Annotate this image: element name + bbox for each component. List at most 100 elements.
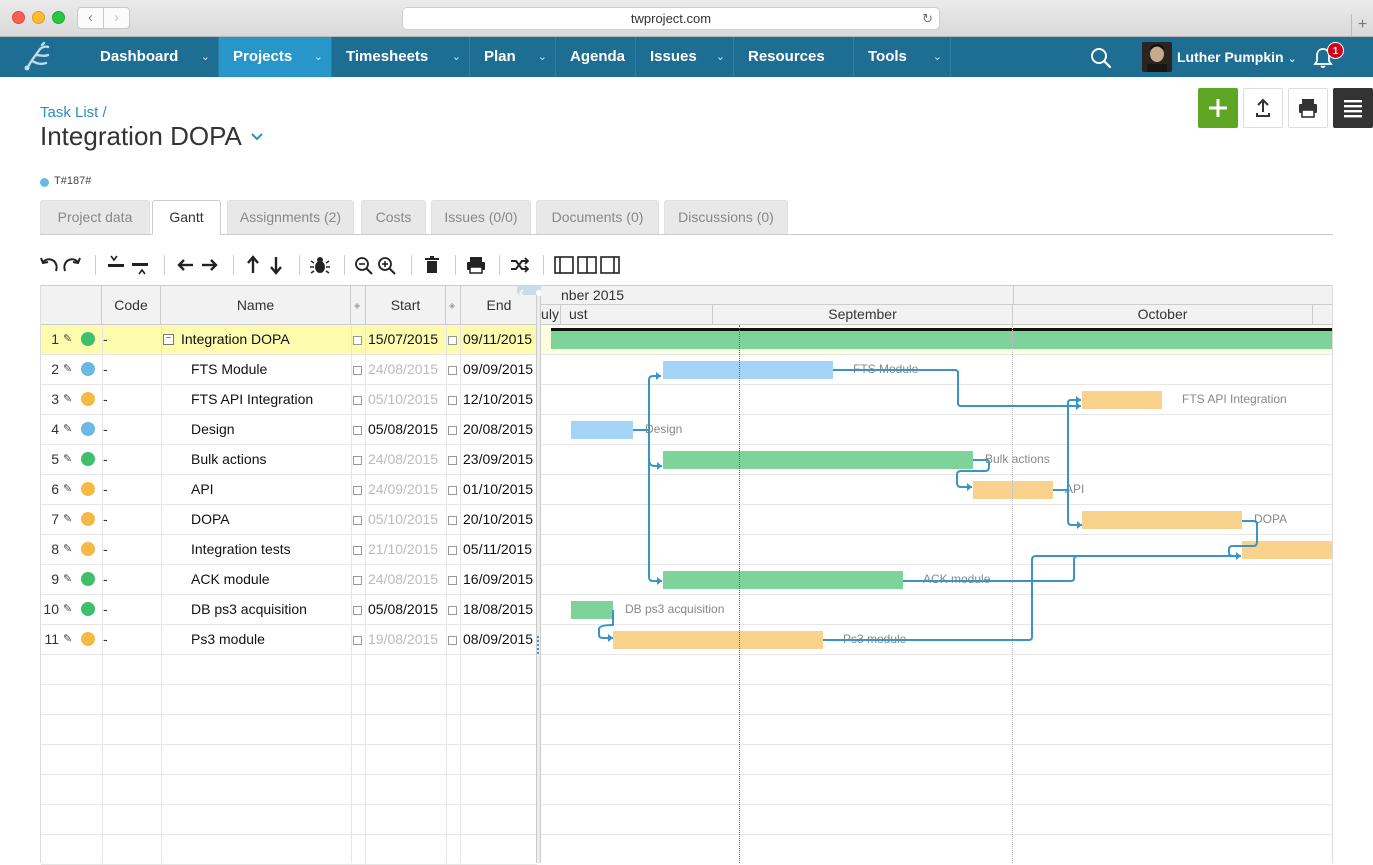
milestone-end-checkbox[interactable] <box>448 516 457 525</box>
collapse-icon[interactable]: − <box>163 334 174 345</box>
milestone-start-checkbox[interactable] <box>353 516 362 525</box>
table-row[interactable]: 8 ✎ - Integration tests 21/10/2015 05/11/2015 <box>41 535 537 565</box>
back-button[interactable]: ‹ <box>77 7 104 29</box>
milestone-start-checkbox[interactable] <box>353 606 362 615</box>
task-start[interactable]: 21/10/2015 <box>368 535 438 565</box>
print-button[interactable] <box>1288 88 1328 128</box>
table-row[interactable]: 7 ✎ - DOPA 05/10/2015 20/10/2015 <box>41 505 537 535</box>
nav-item-dashboard[interactable]: Dashboard ⌄ <box>86 37 219 77</box>
task-name[interactable]: Bulk actions <box>191 445 266 475</box>
table-row[interactable]: 10 ✎ - DB ps3 acquisition 05/08/2015 18/08/20… <box>41 595 537 625</box>
gantt-bar[interactable] <box>571 421 633 439</box>
resize-grip[interactable] <box>537 636 540 654</box>
gantt-bar[interactable] <box>551 328 1332 349</box>
app-logo-icon[interactable] <box>18 41 58 73</box>
redo-icon[interactable] <box>61 252 83 278</box>
milestone-end-checkbox[interactable] <box>448 396 457 405</box>
nav-item-resources[interactable]: Resources <box>734 37 854 77</box>
forward-button[interactable]: › <box>103 7 130 29</box>
printer-icon[interactable] <box>465 252 487 278</box>
col-name[interactable]: Name <box>161 286 351 324</box>
task-code[interactable]: - <box>103 325 108 355</box>
indent-icon[interactable] <box>198 252 220 278</box>
milestone-end-checkbox[interactable] <box>448 636 457 645</box>
col-start[interactable]: Start <box>365 286 446 324</box>
milestone-start-checkbox[interactable] <box>353 456 362 465</box>
gantt-bar[interactable] <box>1082 391 1162 409</box>
milestone-end-checkbox[interactable] <box>448 606 457 615</box>
search-icon[interactable] <box>1090 47 1112 69</box>
pencil-icon[interactable]: ✎ <box>63 625 75 655</box>
chevron-down-icon[interactable] <box>249 128 265 144</box>
address-bar[interactable]: twproject.com ↻ <box>402 7 940 30</box>
task-start[interactable]: 24/09/2015 <box>368 475 438 505</box>
task-start[interactable]: 05/10/2015 <box>368 385 438 415</box>
reload-icon[interactable]: ↻ <box>922 8 933 29</box>
export-button[interactable] <box>1243 88 1283 128</box>
menu-button[interactable] <box>1333 88 1373 128</box>
milestone-start-checkbox[interactable] <box>353 396 362 405</box>
task-name[interactable]: DOPA <box>191 505 230 535</box>
bug-icon[interactable] <box>309 252 331 278</box>
task-code[interactable]: - <box>103 625 108 655</box>
close-window-button[interactable] <box>12 11 25 24</box>
pencil-icon[interactable]: ✎ <box>63 415 75 445</box>
task-name[interactable]: ACK module <box>191 565 270 595</box>
col-code[interactable]: Code <box>102 286 161 324</box>
nav-item-projects[interactable]: Projects ⌄ <box>219 37 332 77</box>
shuffle-icon[interactable] <box>509 252 531 278</box>
new-tab-button[interactable]: + <box>1351 14 1373 37</box>
status-icon[interactable] <box>81 332 95 346</box>
task-start[interactable]: 19/08/2015 <box>368 625 438 655</box>
gantt-bar[interactable] <box>973 481 1053 499</box>
tab-issues-0-0[interactable]: Issues (0/0) <box>431 200 531 234</box>
task-end[interactable]: 23/09/2015 <box>463 445 533 475</box>
milestone-start-checkbox[interactable] <box>353 426 362 435</box>
task-end[interactable]: 12/10/2015 <box>463 385 533 415</box>
tab-discussions-0[interactable]: Discussions (0) <box>664 200 788 234</box>
split-view-icon[interactable] <box>576 252 598 278</box>
trash-icon[interactable] <box>421 252 443 278</box>
milestone-end-checkbox[interactable] <box>448 366 457 375</box>
task-name[interactable]: Integration tests <box>191 535 291 565</box>
task-start[interactable]: 24/08/2015 <box>368 565 438 595</box>
zoom-in-icon[interactable] <box>376 252 398 278</box>
pencil-icon[interactable]: ✎ <box>63 565 75 595</box>
task-end[interactable]: 16/09/2015 <box>463 565 533 595</box>
undo-icon[interactable] <box>38 252 60 278</box>
outdent-icon[interactable] <box>175 252 197 278</box>
gantt-bar[interactable] <box>663 361 833 379</box>
task-code[interactable]: - <box>103 385 108 415</box>
task-start[interactable]: 05/10/2015 <box>368 505 438 535</box>
milestone-end-checkbox[interactable] <box>448 456 457 465</box>
user-menu[interactable]: Luther Pumpkin ⌄ <box>1142 42 1297 72</box>
pencil-icon[interactable]: ✎ <box>63 475 75 505</box>
table-row[interactable]: 5 ✎ - Bulk actions 24/08/2015 23/09/2015 <box>41 445 537 475</box>
gantt-bar[interactable] <box>663 571 903 589</box>
status-icon[interactable] <box>81 572 95 586</box>
tab-costs[interactable]: Costs <box>361 200 426 234</box>
sort-icon[interactable]: ◈ <box>354 301 360 310</box>
task-end[interactable]: 09/09/2015 <box>463 355 533 385</box>
task-start[interactable]: 24/08/2015 <box>368 355 438 385</box>
breadcrumb[interactable]: Task List / <box>40 104 107 121</box>
task-end[interactable]: 09/11/2015 <box>463 325 532 355</box>
status-icon[interactable] <box>81 542 95 556</box>
sort-icon[interactable]: ◈ <box>449 301 455 310</box>
table-row[interactable]: 1 ✎ - − Integration DOPA 15/07/2015 09/11/2015 <box>41 325 537 355</box>
task-code[interactable]: - <box>103 565 108 595</box>
status-icon[interactable] <box>81 362 95 376</box>
table-row[interactable]: 4 ✎ - Design 05/08/2015 20/08/2015 <box>41 415 537 445</box>
nav-item-tools[interactable]: Tools ⌄ <box>854 37 951 77</box>
milestone-start-checkbox[interactable] <box>353 336 362 345</box>
gantt-bar[interactable] <box>571 601 613 619</box>
insert-below-icon[interactable] <box>130 252 152 278</box>
pencil-icon[interactable]: ✎ <box>63 325 75 355</box>
task-name[interactable]: DB ps3 acquisition <box>191 595 307 625</box>
nav-item-timesheets[interactable]: Timesheets ⌄ <box>332 37 470 77</box>
task-code[interactable]: - <box>103 445 108 475</box>
pencil-icon[interactable]: ✎ <box>63 355 75 385</box>
status-icon[interactable] <box>81 452 95 466</box>
status-icon[interactable] <box>81 392 95 406</box>
task-name[interactable]: FTS Module <box>191 355 267 385</box>
